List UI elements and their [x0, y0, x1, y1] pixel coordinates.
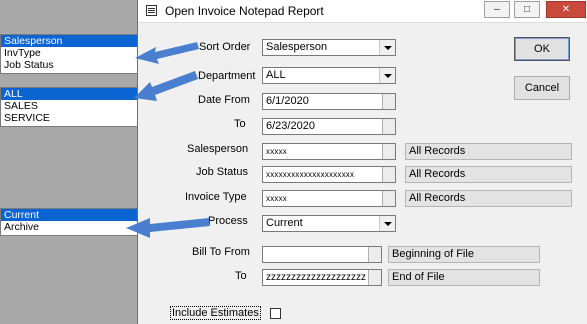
annotation-arrows: [126, 42, 210, 238]
arrow-icon: [135, 42, 199, 64]
arrow-icon: [134, 71, 198, 101]
arrow-icon: [126, 218, 210, 238]
